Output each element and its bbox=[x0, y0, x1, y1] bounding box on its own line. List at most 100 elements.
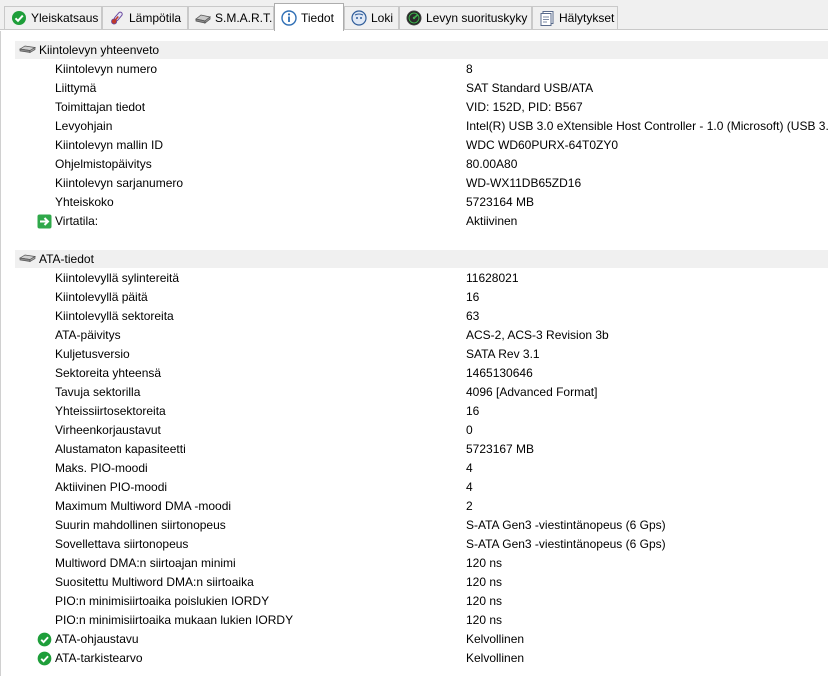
row-label: PIO:n minimisiirtoaika poislukien IORDY bbox=[55, 594, 270, 608]
tab-details[interactable]: Tiedot bbox=[274, 3, 344, 31]
list-item[interactable]: Virtatila: Aktiivinen bbox=[1, 212, 828, 231]
row-label: Tavuja sektorilla bbox=[55, 385, 141, 399]
list-item[interactable]: Virheenkorjaustavut 0 bbox=[1, 421, 828, 440]
row-value: 120 ns bbox=[466, 613, 503, 627]
row-value: S-ATA Gen3 -viestintänopeus (6 Gps) bbox=[466, 537, 666, 551]
row-value: VID: 152D, PID: B567 bbox=[466, 100, 583, 114]
drive-icon bbox=[18, 43, 37, 57]
row-value: ACS-2, ACS-3 Revision 3b bbox=[466, 328, 609, 342]
list-item[interactable]: Levyohjain Intel(R) USB 3.0 eXtensible H… bbox=[1, 117, 828, 136]
list-item[interactable]: PIO:n minimisiirtoaika mukaan lukien IOR… bbox=[1, 611, 828, 630]
row-value: Intel(R) USB 3.0 eXtensible Host Control… bbox=[466, 119, 828, 133]
performance-icon bbox=[406, 10, 422, 26]
tab-bar: Yleiskatsaus Lämpötila S.M.A.R.T. Tiedot… bbox=[0, 0, 828, 31]
list-item[interactable]: Kiintolevyllä sektoreita 63 bbox=[1, 307, 828, 326]
list-item[interactable]: Maks. PIO-moodi 4 bbox=[1, 459, 828, 478]
row-label: Toimittajan tiedot bbox=[55, 100, 146, 114]
row-label: PIO:n minimisiirtoaika mukaan lukien IOR… bbox=[55, 613, 294, 627]
row-value: 0 bbox=[466, 423, 473, 437]
row-label: Suurin mahdollinen siirtonopeus bbox=[55, 518, 226, 532]
tab-label: Levyn suorituskyky bbox=[426, 11, 528, 25]
row-label: Ohjelmistopäivitys bbox=[55, 157, 152, 171]
list-item[interactable]: Sovellettava siirtonopeus S-ATA Gen3 -vi… bbox=[1, 535, 828, 554]
list-item[interactable]: Yhteissiirtosektoreita 16 bbox=[1, 402, 828, 421]
row-value: WD-WX11DB65ZD16 bbox=[466, 176, 582, 190]
row-value: Kelvollinen bbox=[466, 632, 525, 646]
list-item[interactable]: Kiintolevyn sarjanumero WD-WX11DB65ZD16 bbox=[1, 174, 828, 193]
row-label: Virtatila: bbox=[55, 214, 99, 228]
row-value: 120 ns bbox=[466, 556, 503, 570]
row-label: Levyohjain bbox=[55, 119, 113, 133]
list-item[interactable]: Kiintolevyllä sylintereitä 11628021 bbox=[1, 269, 828, 288]
list-item[interactable]: Kuljetusversio SATA Rev 3.1 bbox=[1, 345, 828, 364]
tab-alerts[interactable]: Hälytykset bbox=[532, 6, 618, 29]
list-item[interactable]: Suurin mahdollinen siirtonopeus S-ATA Ge… bbox=[1, 516, 828, 535]
list-item[interactable]: Tavuja sektorilla 4096 [Advanced Format] bbox=[1, 383, 828, 402]
list-item[interactable]: Kiintolevyn numero 8 bbox=[1, 60, 828, 79]
row-label: Yhteissiirtosektoreita bbox=[55, 404, 166, 418]
list-item[interactable]: Multiword DMA:n siirtoajan minimi 120 ns bbox=[1, 554, 828, 573]
row-label: Sovellettava siirtonopeus bbox=[55, 537, 189, 551]
row-label: Maximum Multiword DMA -moodi bbox=[55, 499, 232, 513]
list-item[interactable]: Toimittajan tiedot VID: 152D, PID: B567 bbox=[1, 98, 828, 117]
section-header-drive-summary[interactable]: Kiintolevyn yhteenveto bbox=[15, 41, 828, 59]
tab-log[interactable]: Loki bbox=[344, 6, 399, 29]
row-label: ATA-tarkistearvo bbox=[55, 651, 143, 665]
list-item[interactable]: Alustamaton kapasiteetti 5723167 MB bbox=[1, 440, 828, 459]
row-label: Sektoreita yhteensä bbox=[55, 366, 162, 380]
row-label: Aktiivinen PIO-moodi bbox=[55, 480, 168, 494]
list-item[interactable]: Kiintolevyn mallin ID WDC WD60PURX-64T0Z… bbox=[1, 136, 828, 155]
details-panel[interactable]: Kiintolevyn yhteenveto Kiintolevyn numer… bbox=[0, 31, 828, 676]
tab-temperature[interactable]: Lämpötila bbox=[102, 6, 188, 29]
section-header-ata-info[interactable]: ATA-tiedot bbox=[15, 250, 828, 268]
tab-label: Hälytykset bbox=[559, 11, 615, 25]
list-item[interactable]: Suositettu Multiword DMA:n siirtoaika 12… bbox=[1, 573, 828, 592]
row-label: Kuljetusversio bbox=[55, 347, 130, 361]
row-value: 2 bbox=[466, 499, 473, 513]
tab-label: S.M.A.R.T. bbox=[215, 11, 273, 25]
info-icon bbox=[281, 9, 297, 26]
row-value: 4 bbox=[466, 480, 473, 494]
row-label: Maks. PIO-moodi bbox=[55, 461, 148, 475]
list-item[interactable]: Aktiivinen PIO-moodi 4 bbox=[1, 478, 828, 497]
row-label: Kiintolevyllä päitä bbox=[55, 290, 148, 304]
row-value: 4096 [Advanced Format] bbox=[466, 385, 598, 399]
tab-smart[interactable]: S.M.A.R.T. bbox=[188, 6, 274, 29]
list-item[interactable]: Liittymä SAT Standard USB/ATA bbox=[1, 79, 828, 98]
row-value: 120 ns bbox=[466, 594, 503, 608]
row-label: Kiintolevyn numero bbox=[55, 62, 158, 76]
tab-label: Loki bbox=[371, 11, 394, 25]
row-label: Liittymä bbox=[55, 81, 97, 95]
row-label: Kiintolevyn mallin ID bbox=[55, 138, 164, 152]
row-label: Alustamaton kapasiteetti bbox=[55, 442, 186, 456]
row-label: Kiintolevyllä sylintereitä bbox=[55, 271, 180, 285]
list-item[interactable]: PIO:n minimisiirtoaika poislukien IORDY … bbox=[1, 592, 828, 611]
row-label: Multiword DMA:n siirtoajan minimi bbox=[55, 556, 236, 570]
list-item[interactable]: Kiintolevyllä päitä 16 bbox=[1, 288, 828, 307]
row-value: Kelvollinen bbox=[466, 651, 525, 665]
row-label: Suositettu Multiword DMA:n siirtoaika bbox=[55, 575, 254, 589]
list-item[interactable]: ATA-päivitys ACS-2, ACS-3 Revision 3b bbox=[1, 326, 828, 345]
tab-overview[interactable]: Yleiskatsaus bbox=[4, 6, 102, 29]
drive-icon bbox=[18, 252, 37, 266]
row-value: 4 bbox=[466, 461, 473, 475]
row-label: Virheenkorjaustavut bbox=[55, 423, 161, 437]
list-item[interactable]: Ohjelmistopäivitys 80.00A80 bbox=[1, 155, 828, 174]
thermometer-icon bbox=[109, 10, 125, 26]
row-value: SATA Rev 3.1 bbox=[466, 347, 540, 361]
row-value: WDC WD60PURX-64T0ZY0 bbox=[466, 138, 619, 152]
row-value: 1465130646 bbox=[466, 366, 533, 380]
green-check-icon bbox=[37, 651, 52, 666]
green-arrow-icon bbox=[37, 214, 52, 229]
row-value: Aktiivinen bbox=[466, 214, 518, 228]
list-item[interactable]: Maximum Multiword DMA -moodi 2 bbox=[1, 497, 828, 516]
row-value: 5723167 MB bbox=[466, 442, 535, 456]
row-value: 80.00A80 bbox=[466, 157, 518, 171]
list-item[interactable]: ATA-ohjaustavu Kelvollinen bbox=[1, 630, 828, 649]
list-item[interactable]: Sektoreita yhteensä 1465130646 bbox=[1, 364, 828, 383]
section-title: Kiintolevyn yhteenveto bbox=[39, 43, 160, 57]
tab-label: Yleiskatsaus bbox=[31, 11, 99, 25]
list-item[interactable]: ATA-tarkistearvo Kelvollinen bbox=[1, 649, 828, 668]
list-item[interactable]: Yhteiskoko 5723164 MB bbox=[1, 193, 828, 212]
tab-performance[interactable]: Levyn suorituskyky bbox=[399, 6, 532, 29]
